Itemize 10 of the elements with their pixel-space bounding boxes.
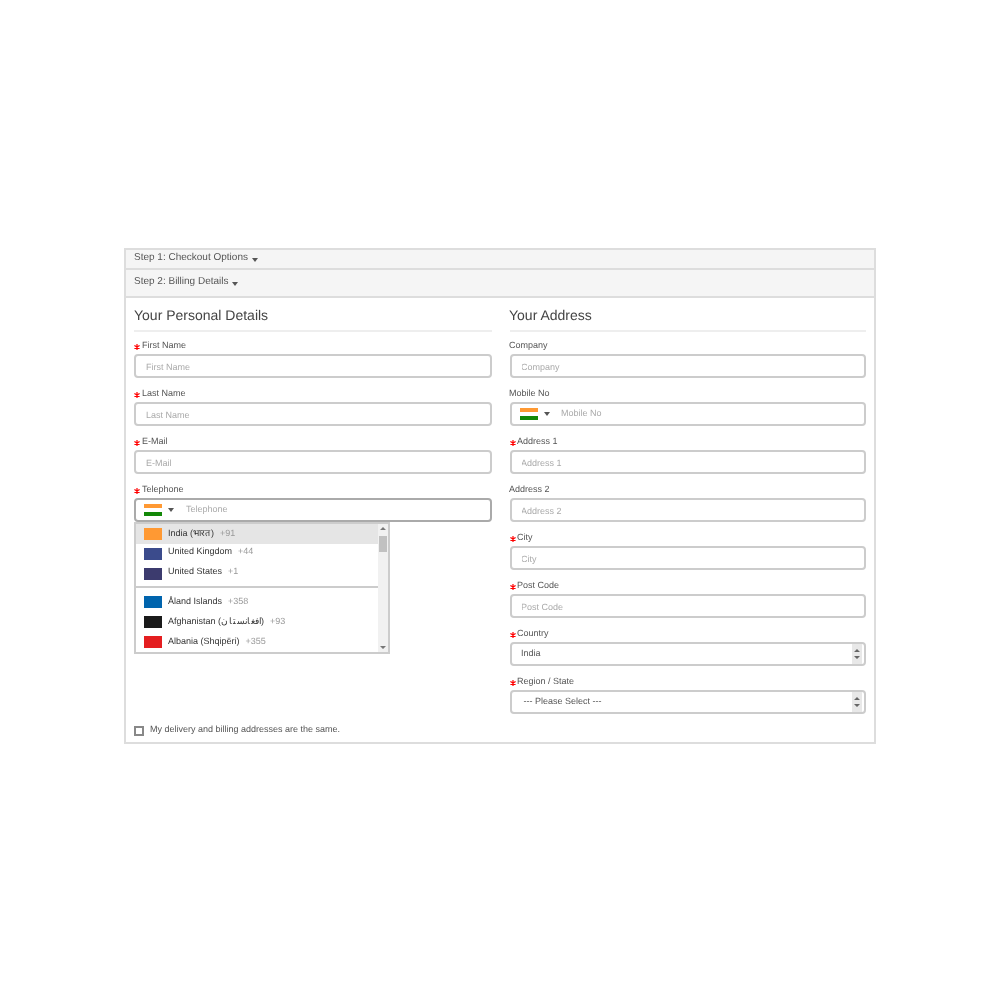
select-arrows-icon <box>852 692 862 712</box>
caret-icon <box>251 257 258 261</box>
checkbox[interactable] <box>134 725 144 736</box>
scrollbar[interactable] <box>378 524 388 652</box>
flag-icon <box>144 504 162 516</box>
caret-icon <box>232 281 239 285</box>
flag-icon <box>519 408 537 420</box>
select-arrows-icon <box>852 644 862 664</box>
caret-icon <box>168 508 174 512</box>
caret-icon <box>543 412 549 416</box>
